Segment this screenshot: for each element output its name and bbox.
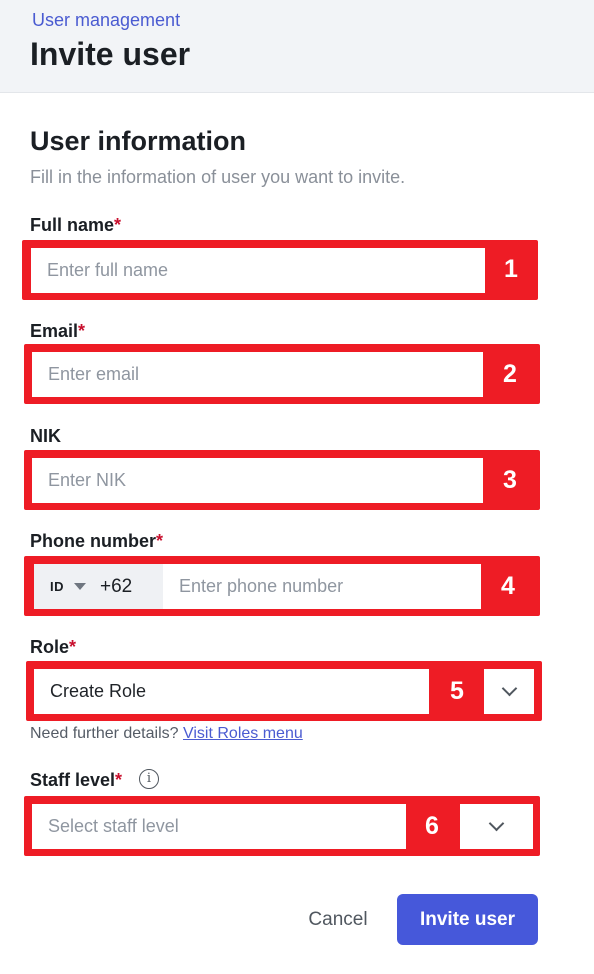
- staff-level-label: Staff level*: [30, 770, 122, 791]
- breadcrumb-user-management[interactable]: User management: [32, 10, 180, 31]
- dial-code: +62: [100, 575, 133, 597]
- annotation-number-4: 4: [501, 572, 515, 600]
- section-title: User information: [30, 126, 247, 156]
- annotation-number-6: 6: [425, 812, 439, 840]
- phone-input[interactable]: [163, 564, 481, 609]
- role-label: Role*: [30, 637, 76, 658]
- country-code-select[interactable]: ID +62: [34, 564, 163, 609]
- chevron-down-icon: [501, 680, 517, 697]
- role-dropdown-toggle[interactable]: [484, 669, 534, 714]
- annotation-number-5: 5: [450, 677, 464, 705]
- section-subtitle: Fill in the information of user you want…: [30, 167, 406, 187]
- phone-label-text: Phone number: [30, 531, 157, 551]
- phone-label: Phone number*: [30, 531, 163, 552]
- required-mark: *: [78, 321, 86, 341]
- caret-down-icon: [74, 583, 86, 590]
- page-header: User management Invite user: [0, 0, 594, 93]
- chevron-down-icon: [488, 815, 505, 832]
- full-name-input[interactable]: [31, 248, 485, 293]
- full-name-label-text: Full name: [30, 215, 115, 235]
- page-title: Invite user: [30, 36, 191, 72]
- nik-label: NIK: [30, 426, 61, 446]
- visit-roles-menu-link[interactable]: Visit Roles menu: [183, 725, 303, 742]
- required-mark: *: [69, 637, 77, 657]
- email-label-text: Email: [30, 321, 79, 341]
- nik-input[interactable]: [32, 458, 483, 503]
- annotation-number-1: 1: [504, 255, 518, 283]
- required-mark: *: [156, 531, 164, 551]
- email-label: Email*: [30, 321, 85, 342]
- role-hint: Need further details? Visit Roles menu: [30, 725, 303, 743]
- staff-level-select[interactable]: Select staff level: [32, 804, 406, 849]
- full-name-label: Full name*: [30, 215, 121, 236]
- invite-user-button[interactable]: Invite user: [397, 894, 538, 945]
- country-flag-code: ID: [50, 579, 64, 594]
- staff-level-dropdown-toggle[interactable]: [460, 804, 533, 849]
- role-select[interactable]: Create Role: [34, 669, 429, 714]
- required-mark: *: [115, 770, 123, 790]
- role-hint-text: Need further details?: [30, 725, 179, 742]
- cancel-button[interactable]: Cancel: [300, 896, 376, 944]
- annotation-number-2: 2: [503, 360, 517, 388]
- role-label-text: Role: [30, 637, 70, 657]
- info-icon[interactable]: i: [139, 769, 159, 789]
- annotation-number-3: 3: [503, 466, 517, 494]
- staff-level-label-text: Staff level: [30, 770, 116, 790]
- required-mark: *: [114, 215, 122, 235]
- email-input[interactable]: [32, 352, 483, 397]
